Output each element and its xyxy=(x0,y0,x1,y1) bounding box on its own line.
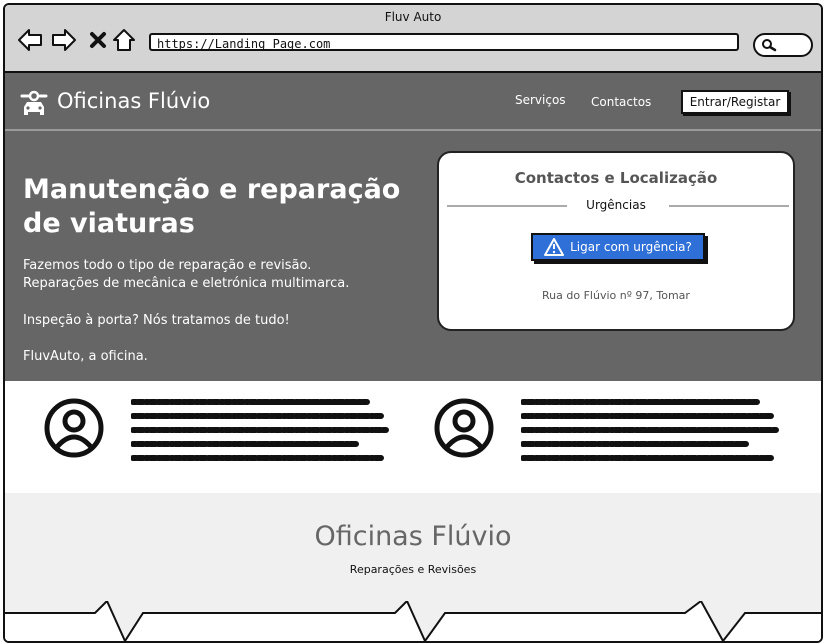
home-icon[interactable] xyxy=(111,27,137,53)
urgent-call-button[interactable]: Ligar com urgência? xyxy=(531,233,705,261)
header-divider xyxy=(5,129,821,131)
hero-section: Oficinas Flúvio Serviços Contactos Entra… xyxy=(5,73,821,381)
login-register-button[interactable]: Entrar/Registar xyxy=(681,90,789,114)
address-bar[interactable]: https://Landing_Page.com xyxy=(149,33,739,51)
contact-address: Rua do Flúvio nº 97, Tomar xyxy=(542,289,690,302)
window-title: Fluv Auto xyxy=(384,10,442,24)
feature-2-placeholder-text xyxy=(520,396,781,470)
contact-card-title: Contactos e Localização xyxy=(514,169,718,187)
hero-line-4: FluvAuto, a oficina. xyxy=(23,349,148,364)
contact-card: Contactos e Localização Urgências Ligar … xyxy=(437,151,795,331)
page-torn-edge xyxy=(5,601,821,641)
back-arrow-icon[interactable] xyxy=(17,27,43,53)
browser-window: Fluv Auto https://Landing_Page.com Ofici… xyxy=(3,3,823,643)
nav-contacts-link[interactable]: Contactos xyxy=(591,95,651,109)
user-avatar-icon xyxy=(43,397,105,463)
features-section xyxy=(5,381,821,493)
contact-card-subtitle: Urgências xyxy=(586,198,646,212)
page-content: Oficinas Flúvio Serviços Contactos Entra… xyxy=(5,73,821,641)
browser-titlebar: Fluv Auto https://Landing_Page.com xyxy=(5,5,821,73)
browser-search-button[interactable] xyxy=(753,33,813,57)
hero-line-1: Fazemos todo o tipo de reparação e revis… xyxy=(23,258,312,273)
close-icon[interactable] xyxy=(85,27,111,53)
mechanic-logo-icon[interactable] xyxy=(19,89,49,123)
user-avatar-icon xyxy=(433,397,495,463)
warning-icon xyxy=(544,238,565,256)
footer-subtitle: Reparações e Revisões xyxy=(349,563,477,576)
hero-line-3: Inspeção à porta? Nós tratamos de tudo! xyxy=(23,313,290,328)
hero-line-2: Reparações de mecânica e eletrónica mult… xyxy=(23,276,350,291)
search-icon xyxy=(762,39,777,52)
feature-1-placeholder-text xyxy=(130,396,391,470)
footer-title: Oficinas Flúvio xyxy=(314,521,512,552)
hero-headline: Manutenção e reparação de viaturas xyxy=(23,174,401,239)
forward-arrow-icon[interactable] xyxy=(51,27,77,53)
nav-services-link[interactable]: Serviços xyxy=(515,93,566,107)
urgent-call-label: Ligar com urgência? xyxy=(570,240,692,254)
site-brand[interactable]: Oficinas Flúvio xyxy=(57,89,210,113)
